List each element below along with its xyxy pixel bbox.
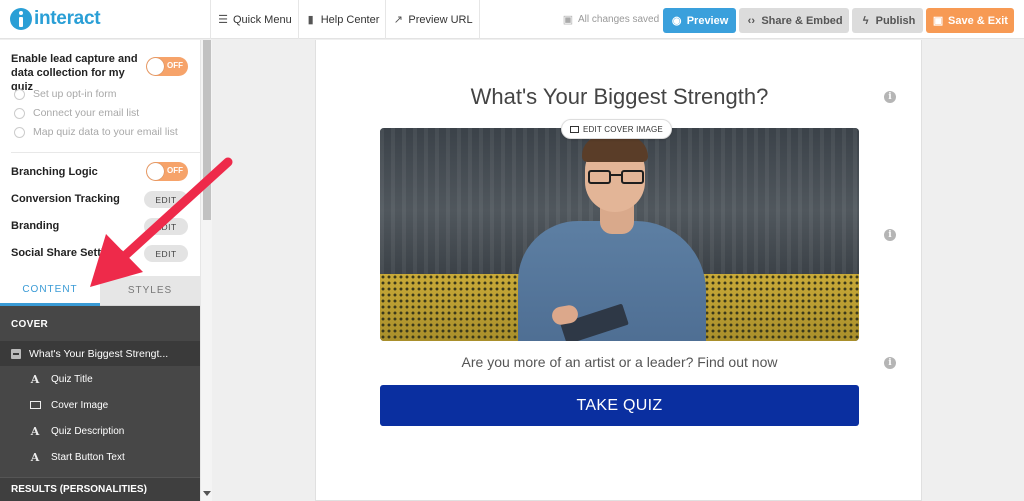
cover-tree-item[interactable]: What's Your Biggest Strengt...: [0, 341, 200, 366]
conversion-tracking-label: Conversion Tracking: [11, 193, 120, 205]
code-icon: ‹›: [747, 14, 755, 27]
text-icon: A: [30, 451, 40, 464]
quick-menu-label: Quick Menu: [233, 13, 292, 26]
publish-label: Publish: [875, 14, 916, 27]
preview-label: Preview: [686, 14, 729, 27]
top-nav: ☰ Quick Menu ▮ Help Center ↗ Preview URL: [210, 0, 480, 39]
tree-item-quiz-description[interactable]: A Quiz Description: [29, 425, 125, 438]
radio-icon: [14, 88, 25, 100]
save-status: ▣ All changes saved: [562, 13, 659, 26]
lead-capture-toggle[interactable]: OFF: [146, 57, 188, 76]
cover-item-label: What's Your Biggest Strengt...: [29, 347, 169, 360]
logo[interactable]: interact: [10, 8, 101, 30]
edit-cover-label: EDIT COVER IMAGE: [583, 124, 663, 134]
tree-item-label: Cover Image: [51, 400, 109, 411]
preview-url-button[interactable]: ↗ Preview URL: [386, 0, 480, 39]
interact-logo-icon: [10, 8, 32, 30]
help-center-button[interactable]: ▮ Help Center: [299, 0, 387, 39]
image-icon: [29, 399, 41, 412]
glasses: [588, 170, 644, 184]
toggle-knob: [147, 163, 164, 180]
tree-item-label: Quiz Title: [51, 374, 93, 385]
opt-in-form-option[interactable]: Set up opt-in form: [14, 88, 116, 100]
edit-cover-image-button[interactable]: EDIT COVER IMAGE: [561, 119, 672, 139]
toggle-state: OFF: [167, 166, 183, 175]
branding-label: Branding: [11, 220, 60, 232]
publish-button[interactable]: ϟ Publish: [852, 8, 923, 33]
branching-logic-toggle[interactable]: OFF: [146, 162, 188, 181]
option-label: Set up opt-in form: [33, 88, 117, 100]
tab-content[interactable]: CONTENT: [0, 276, 100, 306]
social-share-label: Social Share Settings: [11, 247, 124, 259]
eye-icon: ◉: [671, 15, 682, 27]
book-icon: ▮: [307, 14, 314, 26]
tree-item-start-button-text[interactable]: A Start Button Text: [29, 451, 125, 464]
save-exit-label: Save & Exit: [948, 14, 1008, 27]
divider: [11, 152, 200, 153]
settings-panel: Enable lead capture and data collection …: [0, 40, 200, 276]
hamburger-icon: ☰: [218, 14, 228, 26]
image-icon: [570, 125, 579, 133]
scroll-down-arrow-icon[interactable]: [203, 491, 211, 496]
text-icon: A: [30, 425, 40, 438]
collapse-icon[interactable]: [11, 348, 21, 359]
share-embed-button[interactable]: ‹› Share & Embed: [739, 8, 849, 33]
conversion-tracking-edit-button[interactable]: EDIT: [144, 191, 188, 208]
toggle-state: OFF: [167, 61, 183, 70]
tree-item-cover-image[interactable]: Cover Image: [29, 399, 108, 412]
results-section-heading: RESULTS (PERSONALITIES): [11, 484, 147, 495]
bolt-icon: ϟ: [862, 14, 869, 27]
tree-item-quiz-title[interactable]: A Quiz Title: [29, 373, 93, 386]
branching-logic-label: Branching Logic: [11, 166, 98, 178]
quiz-canvas: What's Your Biggest Strength? i i EDIT C…: [315, 40, 922, 501]
scroll-thumb[interactable]: [203, 40, 211, 220]
connect-email-option[interactable]: Connect your email list: [14, 107, 139, 119]
option-label: Connect your email list: [33, 107, 140, 119]
person-hair: [582, 136, 648, 162]
quiz-title[interactable]: What's Your Biggest Strength?: [316, 84, 923, 110]
top-bar: interact ☰ Quick Menu ▮ Help Center ↗ Pr…: [0, 0, 1024, 39]
info-icon[interactable]: i: [884, 229, 896, 241]
help-center-label: Help Center: [320, 13, 380, 26]
preview-button[interactable]: ◉ Preview: [663, 8, 736, 33]
external-link-icon: ↗: [393, 14, 404, 26]
text-icon: A: [30, 373, 40, 386]
info-icon[interactable]: i: [884, 91, 896, 103]
toggle-knob: [147, 58, 164, 75]
content-tree: COVER What's Your Biggest Strengt... A Q…: [0, 306, 200, 501]
quick-menu-button[interactable]: ☰ Quick Menu: [210, 0, 299, 39]
save-exit-button[interactable]: ▣ Save & Exit: [926, 8, 1014, 33]
radio-icon: [14, 107, 25, 119]
branding-edit-button[interactable]: EDIT: [144, 218, 188, 235]
results-section[interactable]: RESULTS (PERSONALITIES): [0, 477, 200, 501]
floppy-disk-icon: ▣: [932, 15, 944, 27]
tree-item-label: Start Button Text: [51, 452, 125, 463]
take-quiz-button[interactable]: TAKE QUIZ: [380, 385, 859, 426]
panel-tabs: CONTENT STYLES: [0, 276, 200, 306]
quiz-description[interactable]: Are you more of an artist or a leader? F…: [316, 354, 923, 370]
sidebar-scrollbar[interactable]: [200, 40, 212, 501]
social-share-edit-button[interactable]: EDIT: [144, 245, 188, 262]
map-quiz-data-option[interactable]: Map quiz data to your email list: [14, 126, 178, 138]
share-embed-label: Share & Embed: [761, 14, 843, 27]
info-icon[interactable]: i: [884, 357, 896, 369]
cover-image[interactable]: [380, 128, 859, 341]
preview-url-label: Preview URL: [408, 13, 473, 26]
floppy-disk-icon: ▣: [562, 14, 574, 26]
logo-text: interact: [34, 8, 101, 29]
save-status-text: All changes saved: [578, 14, 660, 25]
cover-section-heading: COVER: [11, 319, 49, 330]
radio-icon: [14, 126, 25, 138]
tab-styles[interactable]: STYLES: [100, 276, 200, 306]
tree-item-label: Quiz Description: [51, 426, 125, 437]
option-label: Map quiz data to your email list: [33, 126, 178, 138]
